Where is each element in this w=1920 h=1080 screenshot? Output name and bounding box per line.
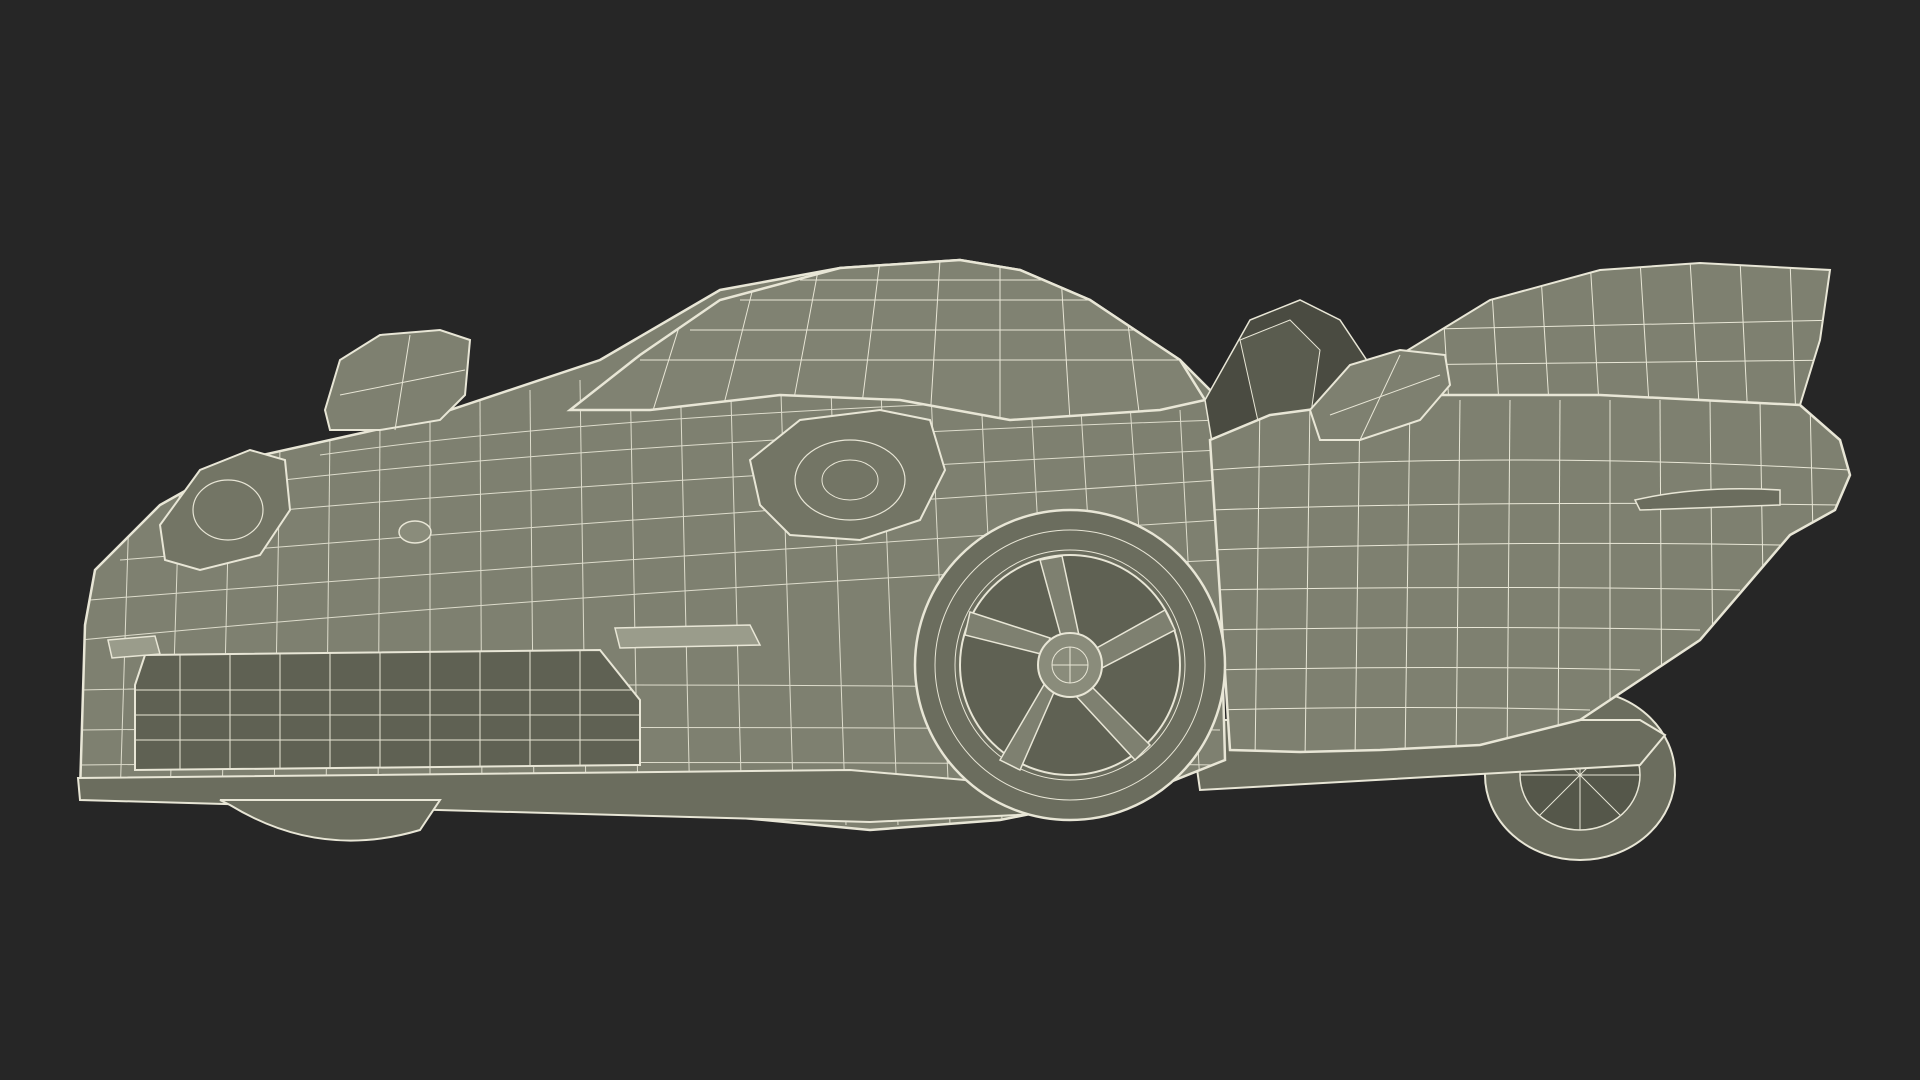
render-viewport (0, 0, 1920, 1080)
front-splitter (76, 768, 1081, 824)
hood-emblem (398, 520, 432, 544)
roof (566, 258, 1207, 422)
drl-right (614, 624, 762, 649)
door-panel (1208, 393, 1852, 754)
front-left-wheel (219, 799, 442, 842)
car-wireframe-render (76, 258, 1852, 861)
drl-left (107, 635, 161, 659)
front-intake (134, 648, 641, 772)
front-wheel (913, 508, 1227, 822)
